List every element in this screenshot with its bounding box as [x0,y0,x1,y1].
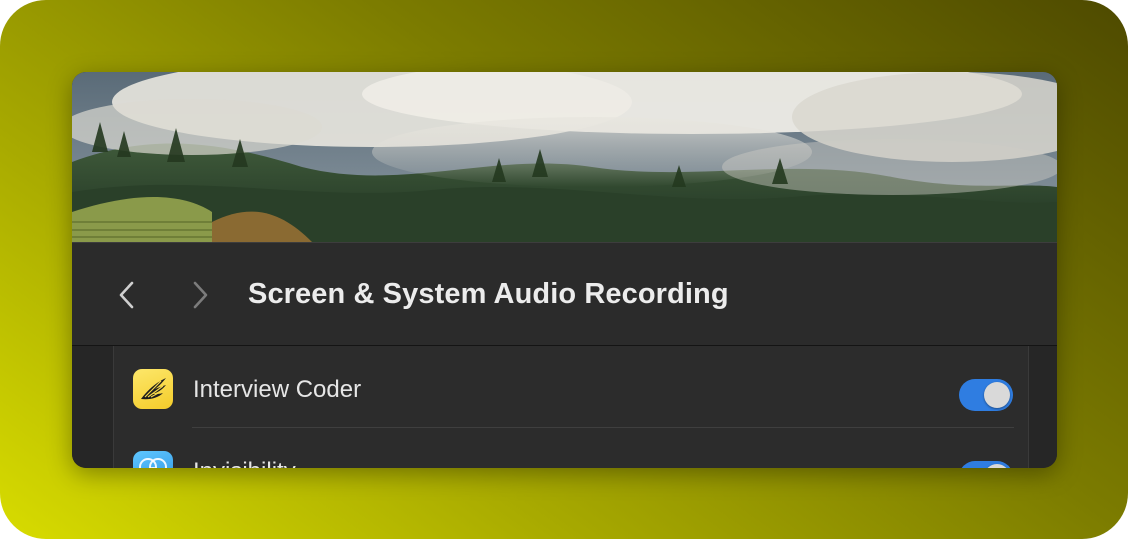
toggle-knob [984,464,1010,468]
background-gradient: Screen & System Audio Recording Intervie… [0,0,1128,539]
interview-coder-toggle[interactable] [959,379,1013,411]
invisibility-toggle[interactable] [959,461,1013,468]
settings-content: Interview Coder Invisibility [72,346,1057,468]
settings-window: Screen & System Audio Recording Intervie… [72,72,1057,468]
app-permission-list: Interview Coder Invisibility [113,346,1029,468]
back-button[interactable] [107,275,147,315]
desktop-wallpaper [72,72,1057,242]
interview-coder-app-icon [133,369,173,409]
list-item-interview-coder: Interview Coder [114,346,1028,428]
forward-button[interactable] [180,275,220,315]
chevron-left-icon [119,281,134,309]
invisibility-app-icon [133,451,173,468]
toggle-knob [984,382,1010,408]
chevron-right-icon [193,281,208,309]
wing-icon [141,378,166,400]
foggy-forest-image [72,72,1057,242]
window-toolbar: Screen & System Audio Recording [72,242,1057,346]
page-title: Screen & System Audio Recording [248,278,729,310]
bubbles-icon [139,458,167,468]
app-name: Invisibility [193,457,296,468]
list-item-invisibility: Invisibility [114,428,1028,468]
app-name: Interview Coder [193,376,362,403]
